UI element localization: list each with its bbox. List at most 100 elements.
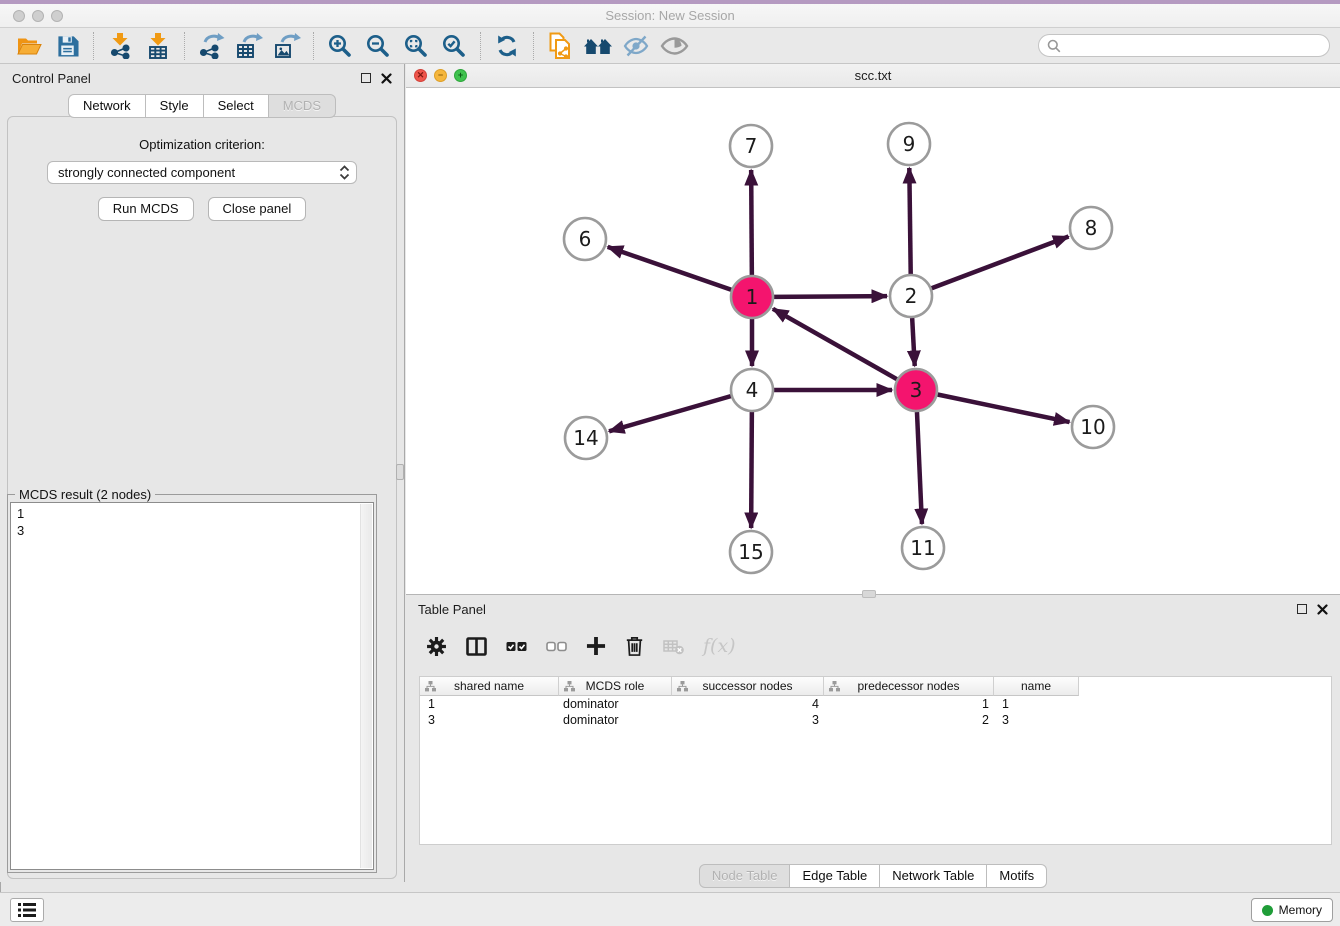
close-panel-button[interactable]: Close panel bbox=[208, 197, 307, 221]
close-table-panel-icon[interactable] bbox=[1317, 604, 1328, 615]
optimization-criterion-label: Optimization criterion: bbox=[8, 137, 396, 152]
graph-node-1[interactable]: 1 bbox=[731, 276, 773, 318]
zoom-out-button[interactable] bbox=[359, 30, 397, 62]
table-cell[interactable]: 3 bbox=[420, 712, 559, 728]
graph-node-3[interactable]: 3 bbox=[895, 369, 937, 411]
control-panel: Control Panel NetworkStyleSelectMCDS Opt… bbox=[0, 64, 405, 882]
graph-edge-1-7[interactable] bbox=[751, 170, 752, 275]
table-cell[interactable]: 3 bbox=[994, 712, 1079, 728]
import-network-button[interactable] bbox=[101, 30, 139, 62]
table-tab-motifs[interactable]: Motifs bbox=[987, 864, 1047, 888]
table-cell[interactable]: dominator bbox=[559, 696, 672, 712]
table-row[interactable]: 1dominator411 bbox=[420, 696, 1331, 712]
float-panel-icon[interactable] bbox=[361, 73, 371, 83]
svg-text:1: 1 bbox=[746, 285, 759, 309]
graph-node-9[interactable]: 9 bbox=[888, 123, 930, 165]
task-history-button[interactable] bbox=[10, 898, 44, 922]
export-image-button[interactable] bbox=[268, 30, 306, 62]
toolbar-separator bbox=[313, 32, 314, 60]
horizontal-splitter-grip[interactable] bbox=[862, 590, 876, 598]
save-session-button[interactable] bbox=[48, 30, 86, 62]
graph-edge-3-10[interactable] bbox=[938, 395, 1070, 423]
column-header-MCDS-role[interactable]: MCDS role bbox=[559, 677, 672, 696]
control-tab-style[interactable]: Style bbox=[146, 94, 204, 118]
network-canvas[interactable]: 7 9 6 8 1 2 4 3 14 10 15 11 bbox=[406, 88, 1340, 594]
table-cell[interactable]: 4 bbox=[672, 696, 824, 712]
column-header-name[interactable]: name bbox=[994, 677, 1079, 696]
create-column-button[interactable] bbox=[586, 636, 606, 656]
graph-edge-2-9[interactable] bbox=[909, 168, 910, 274]
hide-selected-button[interactable] bbox=[617, 30, 655, 62]
graph-edge-3-11[interactable] bbox=[917, 412, 922, 524]
run-mcds-button[interactable]: Run MCDS bbox=[98, 197, 194, 221]
table-cell[interactable]: 3 bbox=[672, 712, 824, 728]
graph-edge-4-14[interactable] bbox=[609, 396, 731, 431]
graph-edge-1-6[interactable] bbox=[608, 247, 732, 290]
close-panel-icon[interactable] bbox=[381, 73, 392, 84]
select-stepper-icon bbox=[339, 165, 350, 180]
vertical-splitter-grip[interactable] bbox=[396, 464, 404, 480]
table-row[interactable]: 3dominator323 bbox=[420, 712, 1331, 728]
column-header-successor-nodes[interactable]: successor nodes bbox=[672, 677, 824, 696]
graph-node-15[interactable]: 15 bbox=[730, 531, 772, 573]
open-session-button[interactable] bbox=[10, 30, 48, 62]
table-cell[interactable]: 1 bbox=[994, 696, 1079, 712]
graph-edge-1-2[interactable] bbox=[774, 296, 887, 297]
graph-edge-3-1[interactable] bbox=[773, 309, 897, 379]
zoom-selected-button[interactable] bbox=[435, 30, 473, 62]
import-table-button[interactable] bbox=[139, 30, 177, 62]
checked-boxes-icon bbox=[506, 639, 527, 654]
deselect-all-button[interactable] bbox=[546, 639, 567, 654]
table-cell[interactable]: 1 bbox=[420, 696, 559, 712]
zoom-in-button[interactable] bbox=[321, 30, 359, 62]
table-cell[interactable]: 2 bbox=[824, 712, 994, 728]
export-network-button[interactable] bbox=[192, 30, 230, 62]
column-header-predecessor-nodes[interactable]: predecessor nodes bbox=[824, 677, 994, 696]
delete-column-button[interactable] bbox=[625, 635, 644, 657]
graph-node-14[interactable]: 14 bbox=[565, 417, 607, 459]
graph-node-8[interactable]: 8 bbox=[1070, 207, 1112, 249]
zoom-fit-button[interactable] bbox=[397, 30, 435, 62]
svg-text:8: 8 bbox=[1085, 216, 1098, 240]
svg-text:2: 2 bbox=[905, 284, 918, 308]
optimization-criterion-select[interactable]: strongly connected component bbox=[47, 161, 357, 184]
graph-node-10[interactable]: 10 bbox=[1072, 406, 1114, 448]
export-table-button[interactable] bbox=[230, 30, 268, 62]
gear-icon bbox=[426, 636, 447, 657]
table-tab-node-table[interactable]: Node Table bbox=[699, 864, 791, 888]
result-line: 3 bbox=[17, 522, 353, 539]
table-panel-title: Table Panel bbox=[418, 602, 486, 617]
table-tab-edge-table[interactable]: Edge Table bbox=[790, 864, 880, 888]
homes-button[interactable] bbox=[579, 30, 617, 62]
control-tab-network[interactable]: Network bbox=[68, 94, 146, 118]
toggle-view-button[interactable] bbox=[466, 637, 487, 656]
table-panel: Table Panel bbox=[406, 595, 1340, 892]
control-tab-mcds[interactable]: MCDS bbox=[269, 94, 336, 118]
select-all-button[interactable] bbox=[506, 639, 527, 654]
graph-edge-2-3[interactable] bbox=[912, 318, 915, 366]
table-cell[interactable]: 1 bbox=[824, 696, 994, 712]
zoom-selected-icon bbox=[441, 33, 467, 59]
show-graphics-button[interactable] bbox=[655, 30, 693, 62]
graph-edge-2-8[interactable] bbox=[932, 236, 1069, 288]
search-box[interactable] bbox=[1038, 34, 1330, 57]
graph-edge-4-15[interactable] bbox=[751, 412, 752, 528]
search-input[interactable] bbox=[1065, 39, 1321, 53]
table-settings-button[interactable] bbox=[426, 636, 447, 657]
memory-button[interactable]: Memory bbox=[1251, 898, 1333, 922]
table-cell[interactable]: dominator bbox=[559, 712, 672, 728]
float-table-panel-icon[interactable] bbox=[1297, 604, 1307, 614]
graph-node-6[interactable]: 6 bbox=[564, 218, 606, 260]
graph-node-2[interactable]: 2 bbox=[890, 275, 932, 317]
graph-node-4[interactable]: 4 bbox=[731, 369, 773, 411]
mcds-result-area[interactable]: 13 bbox=[10, 502, 374, 870]
result-scrollbar[interactable] bbox=[360, 504, 372, 868]
mcds-result-title: MCDS result (2 nodes) bbox=[15, 487, 155, 502]
column-header-shared-name[interactable]: shared name bbox=[420, 677, 559, 696]
control-tab-select[interactable]: Select bbox=[204, 94, 269, 118]
graph-node-11[interactable]: 11 bbox=[902, 527, 944, 569]
duplicate-network-button[interactable] bbox=[541, 30, 579, 62]
graph-node-7[interactable]: 7 bbox=[730, 125, 772, 167]
apply-layout-button[interactable] bbox=[488, 30, 526, 62]
table-tab-network-table[interactable]: Network Table bbox=[880, 864, 987, 888]
